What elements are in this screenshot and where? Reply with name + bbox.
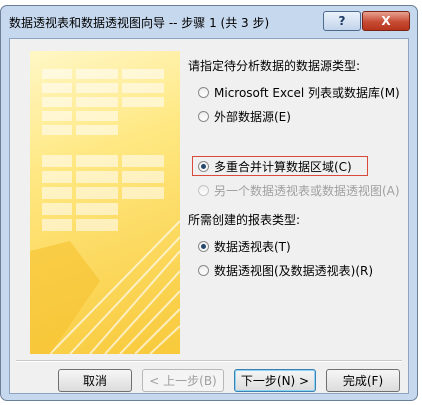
radio-button-checked[interactable] [198,160,209,172]
back-button: < 上一步(B) [142,369,224,392]
separator [16,360,402,362]
option-pivot-chart[interactable]: 数据透视图(及数据透视表)(R) [198,261,373,279]
close-button[interactable]: X [362,11,410,31]
option-excel-list[interactable]: Microsoft Excel 列表或数据库(M) [198,83,400,101]
report-type-label: 所需创建的报表类型: [188,213,301,227]
wizard-dialog: 数据透视表和数据透视图向导 -- 步骤 1 (共 3 步) ? X 请指定待分析… [0,5,418,401]
option-multiple-consolidation-label: 多重合并计算数据区域(C) [214,159,352,174]
option-external-source-label: 外部数据源(E) [214,109,291,124]
next-button[interactable]: 下一步(N) > [234,369,316,392]
option-excel-list-label: Microsoft Excel 列表或数据库(M) [214,85,400,100]
source-type-label: 请指定待分析数据的数据源类型: [188,59,361,73]
option-external-source[interactable]: 外部数据源(E) [198,107,291,125]
pivot-table-graphic [30,69,180,354]
wizard-illustration [30,51,180,354]
radio-button-checked[interactable] [198,240,209,252]
radio-button[interactable] [198,86,209,98]
option-another-pivot: 另一个数据透视表或数据透视图(A) [198,181,400,199]
help-icon: ? [338,14,346,28]
close-icon: X [381,14,391,28]
dialog-body: 请指定待分析数据的数据源类型: Microsoft Excel 列表或数据库(M… [9,38,409,394]
cancel-button[interactable]: 取消 [58,369,132,392]
radio-button [198,184,209,196]
help-button[interactable]: ? [323,11,361,31]
option-multiple-consolidation[interactable]: 多重合并计算数据区域(C) [198,157,352,175]
radio-button[interactable] [198,264,209,276]
title-bar[interactable]: 数据透视表和数据透视图向导 -- 步骤 1 (共 3 步) ? X [1,6,417,38]
finish-button[interactable]: 完成(F) [326,369,400,392]
option-pivot-chart-label: 数据透视图(及数据透视表)(R) [214,263,374,278]
option-another-pivot-label: 另一个数据透视表或数据透视图(A) [214,183,400,198]
option-pivot-table[interactable]: 数据透视表(T) [198,237,291,255]
option-pivot-table-label: 数据透视表(T) [214,239,291,254]
radio-button[interactable] [198,110,209,122]
window-title: 数据透视表和数据透视图向导 -- 步骤 1 (共 3 步) [9,16,270,30]
